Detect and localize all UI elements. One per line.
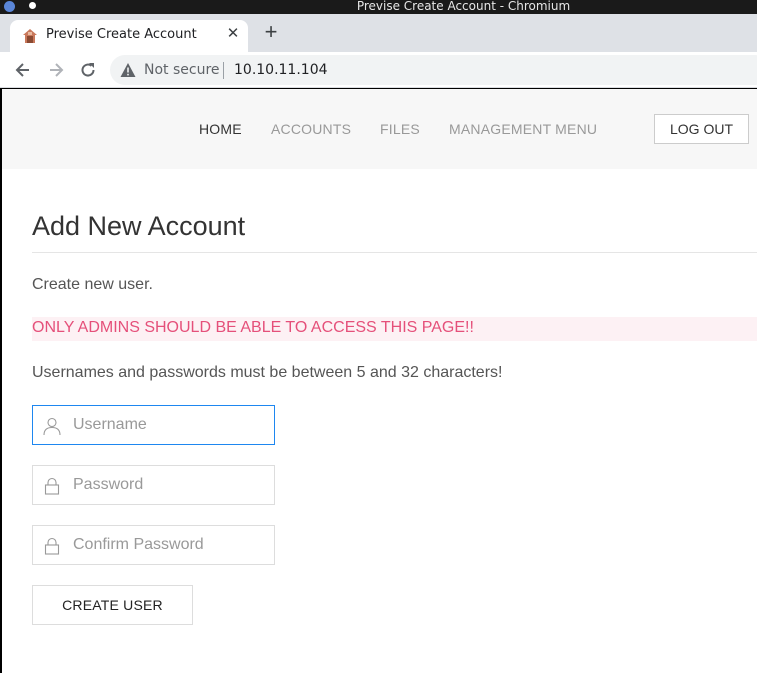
arrow-left-icon [15, 63, 29, 77]
omnibox-divider [223, 62, 224, 79]
os-titlebar: Previse Create Account - Chromium [0, 0, 757, 14]
lock-icon [44, 537, 60, 555]
intro-text: Create new user. [32, 276, 153, 293]
address-bar[interactable]: Not secure 10.10.11.104 [110, 55, 757, 85]
confirm-password-input[interactable] [73, 526, 271, 564]
logout-button[interactable]: LOG OUT [654, 114, 749, 144]
browser-toolbar: Not secure 10.10.11.104 [0, 52, 757, 88]
nav-link-accounts[interactable]: ACCOUNTS [271, 121, 351, 137]
web-page: HOME ACCOUNTS FILES MANAGEMENT MENU LOG … [2, 89, 757, 673]
site-navbar: HOME ACCOUNTS FILES MANAGEMENT MENU LOG … [2, 89, 757, 169]
nav-link-management-menu[interactable]: MANAGEMENT MENU [449, 121, 597, 137]
arrow-right-icon [50, 63, 64, 77]
reload-icon [81, 63, 95, 77]
favicon-icon [23, 29, 37, 43]
confirm-password-field[interactable] [32, 525, 275, 565]
back-button[interactable] [11, 58, 35, 82]
new-tab-button[interactable]: + [259, 21, 283, 45]
nav-link-home[interactable]: HOME [199, 121, 242, 137]
user-icon [43, 417, 61, 436]
admin-warning: ONLY ADMINS SHOULD BE ABLE TO ACCESS THI… [32, 317, 757, 341]
username-field[interactable] [32, 405, 275, 445]
forward-button[interactable] [44, 58, 68, 82]
divider [32, 252, 757, 253]
browser-tab[interactable]: Previse Create Account ✕ [10, 20, 248, 52]
page-title: Add New Account [32, 211, 246, 241]
length-rules-text: Usernames and passwords must be between … [32, 364, 503, 381]
tab-title: Previse Create Account [46, 27, 197, 42]
reload-button[interactable] [76, 58, 100, 82]
url-text[interactable]: 10.10.11.104 [234, 62, 328, 78]
admin-warning-text: ONLY ADMINS SHOULD BE ABLE TO ACCESS THI… [32, 319, 474, 336]
nav-link-files[interactable]: FILES [380, 121, 420, 137]
tab-strip: Previse Create Account ✕ + [0, 14, 757, 52]
username-input[interactable] [73, 406, 271, 444]
create-user-button[interactable]: CREATE USER [32, 585, 193, 625]
lock-icon [44, 477, 60, 495]
tab-close-icon[interactable]: ✕ [224, 25, 242, 43]
window-title: Previse Create Account - Chromium [356, 0, 571, 13]
password-field[interactable] [32, 465, 275, 505]
warning-triangle-icon [120, 63, 136, 77]
security-label[interactable]: Not secure [144, 62, 220, 78]
password-input[interactable] [73, 466, 271, 504]
